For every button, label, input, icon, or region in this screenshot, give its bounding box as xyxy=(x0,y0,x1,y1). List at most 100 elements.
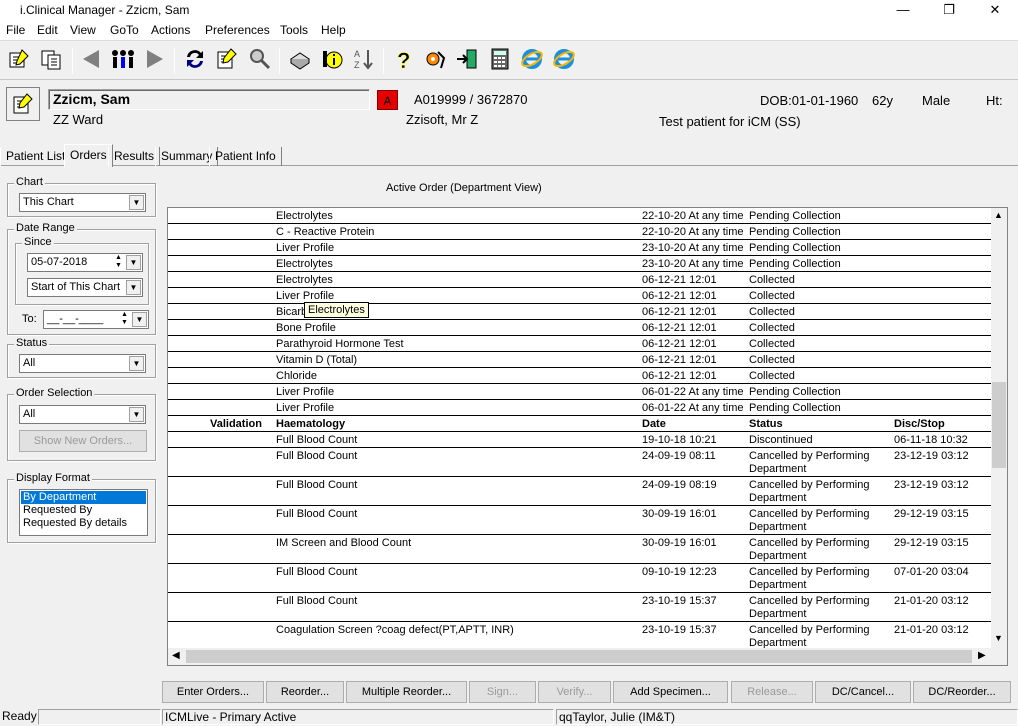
list-item[interactable]: Full Blood Count 30-09-19 16:01 Cancelled … xyxy=(168,506,993,535)
to-date-field[interactable]: __-__-____ ▲ ▼ ▼ xyxy=(43,310,149,329)
chevron-down-icon[interactable]: ▼ xyxy=(129,356,144,371)
print-icon[interactable] xyxy=(286,47,314,75)
order-status: Cancelled by Performing xyxy=(749,624,870,636)
release-button[interactable]: Release... xyxy=(731,681,813,703)
order-test: Coagulation Screen ?coag defect(PT,APTT,… xyxy=(276,624,514,636)
chevron-down-icon[interactable]: ▼ xyxy=(129,407,144,422)
chevron-down-icon[interactable]: ▼ xyxy=(129,195,144,210)
list-item[interactable]: Vitamin D (Total) 06-12-21 12:01 Collected xyxy=(168,352,993,368)
order-disc-stop: 23-12-19 03:12 xyxy=(894,450,969,462)
patient-list-icon[interactable] xyxy=(5,47,33,75)
list-item[interactable]: Liver Profile 06-01-22 At any time Pending… xyxy=(168,400,993,416)
edit-note-icon[interactable] xyxy=(213,47,241,75)
since-option-select[interactable]: Start of This Chart ▼ xyxy=(27,278,143,297)
list-item[interactable]: C - Reactive Protein 22-10-20 At any time… xyxy=(168,224,993,240)
alert-badge[interactable]: A xyxy=(377,90,398,110)
close-button[interactable]: ✕ xyxy=(972,0,1018,20)
maximize-button[interactable]: ❐ xyxy=(926,0,972,20)
menu-goto[interactable]: GoTo xyxy=(110,23,139,37)
horizontal-scrollbar[interactable]: ◀ ▶ xyxy=(168,648,1007,665)
tab-results[interactable]: Results xyxy=(108,147,161,166)
since-date-field[interactable]: 05-07-2018 ▲ ▼ ▼ xyxy=(27,253,143,272)
spin-down-icon[interactable]: ▼ xyxy=(111,262,126,271)
show-new-orders-button[interactable]: Show New Orders... xyxy=(19,430,147,452)
multiple-reorder-button[interactable]: Multiple Reorder... xyxy=(346,681,467,703)
tab-patient-info[interactable]: Patient Info xyxy=(209,147,282,166)
menu-actions[interactable]: Actions xyxy=(151,23,190,37)
menu-file[interactable]: File xyxy=(6,23,25,37)
add-specimen-button[interactable]: Add Specimen... xyxy=(613,681,728,703)
forward-arrow-icon[interactable] xyxy=(141,47,169,75)
order-test: Liver Profile xyxy=(276,386,335,398)
list-item[interactable]: Chloride 06-12-21 12:01 Collected xyxy=(168,368,993,384)
display-format-list[interactable]: By Department Requested By Requested By … xyxy=(19,489,148,536)
display-format-option-by-department[interactable]: By Department xyxy=(21,491,146,504)
chart-select[interactable]: This Chart ▼ xyxy=(19,193,146,212)
people-icon[interactable] xyxy=(109,47,137,75)
list-item[interactable]: Liver Profile 06-12-21 12:01 Collected xyxy=(168,288,993,304)
patient-notes-button[interactable] xyxy=(6,87,40,121)
tab-patient-list[interactable]: Patient List xyxy=(0,147,72,166)
menu-view[interactable]: View xyxy=(70,23,96,37)
status-select[interactable]: All ▼ xyxy=(19,354,146,373)
list-item[interactable]: Full Blood Count 19-10-18 10:21 Discontinu… xyxy=(168,432,993,448)
chevron-down-icon[interactable]: ▼ xyxy=(126,255,141,270)
tab-orders[interactable]: Orders xyxy=(64,144,113,167)
menu-edit[interactable]: Edit xyxy=(37,23,58,37)
list-item[interactable]: Full Blood Count 23-10-19 15:37 Cancelled … xyxy=(168,593,993,622)
menu-help[interactable]: Help xyxy=(321,23,346,37)
exit-icon[interactable] xyxy=(453,47,481,75)
reorder-button[interactable]: Reorder... xyxy=(266,681,344,703)
list-item[interactable]: Bicarb 06-12-21 12:01 Collected xyxy=(168,304,993,320)
dc-cancel-button[interactable]: DC/Cancel... xyxy=(815,681,911,703)
list-item[interactable]: Liver Profile 06-01-22 At any time Pending… xyxy=(168,384,993,400)
scroll-up-icon[interactable]: ▲ xyxy=(994,210,1003,220)
list-item[interactable]: Electrolytes 06-12-21 12:01 Collected xyxy=(168,272,993,288)
menu-preferences[interactable]: Preferences xyxy=(205,23,270,37)
refresh-icon[interactable] xyxy=(181,47,209,75)
horizontal-scroll-thumb[interactable] xyxy=(186,650,972,663)
orders-list[interactable]: Electrolytes 22-10-20 At any time Pending … xyxy=(167,207,1008,666)
dc-reorder-button[interactable]: DC/Reorder... xyxy=(913,681,1011,703)
status-label: Status xyxy=(14,337,50,349)
spin-down-icon[interactable]: ▼ xyxy=(117,319,132,328)
vertical-scroll-thumb[interactable] xyxy=(992,382,1006,468)
order-date: 23-10-19 15:37 xyxy=(642,624,717,636)
list-item[interactable]: Full Blood Count 09-10-19 12:23 Cancelled … xyxy=(168,564,993,593)
order-date: 06-12-21 12:01 xyxy=(642,322,717,334)
list-item[interactable]: Liver Profile 23-10-20 At any time Pending… xyxy=(168,240,993,256)
list-item[interactable]: Parathyroid Hormone Test 06-12-21 12:01 Co… xyxy=(168,336,993,352)
minimize-button[interactable]: — xyxy=(880,0,926,20)
order-test: Electrolytes xyxy=(276,258,333,270)
chevron-down-icon[interactable]: ▼ xyxy=(132,312,147,327)
info-icon[interactable] xyxy=(318,47,346,75)
chevron-down-icon[interactable]: ▼ xyxy=(126,280,141,295)
calculator-icon[interactable] xyxy=(486,47,514,75)
list-item[interactable]: Full Blood Count 24-09-19 08:19 Cancelled … xyxy=(168,477,993,506)
multi-patient-icon[interactable] xyxy=(38,47,66,75)
search-icon[interactable] xyxy=(246,47,274,75)
list-item[interactable]: IM Screen and Blood Count 30-09-19 16:01 C… xyxy=(168,535,993,564)
menu-tools[interactable]: Tools xyxy=(280,23,308,37)
scroll-left-icon[interactable]: ◀ xyxy=(172,650,180,661)
vertical-scrollbar[interactable]: ▲ ▼ xyxy=(991,208,1007,649)
list-item[interactable]: Electrolytes 22-10-20 At any time Pending … xyxy=(168,208,993,224)
display-format-option-requested-by-details[interactable]: Requested By details xyxy=(21,517,146,530)
list-item[interactable]: Full Blood Count 24-09-19 08:11 Cancelled … xyxy=(168,448,993,477)
display-format-option-requested-by[interactable]: Requested By xyxy=(21,504,146,517)
list-item[interactable]: Electrolytes 23-10-20 At any time Pending … xyxy=(168,256,993,272)
enter-orders-button[interactable]: Enter Orders... xyxy=(162,681,264,703)
back-arrow-icon[interactable] xyxy=(77,47,105,75)
internet-explorer-icon[interactable] xyxy=(550,47,578,75)
settings-icon[interactable] xyxy=(421,47,449,75)
sort-icon[interactable]: AZ xyxy=(350,47,378,75)
list-item[interactable]: Coagulation Screen ?coag defect(PT,APTT,… xyxy=(168,622,993,651)
scroll-right-icon[interactable]: ▶ xyxy=(978,650,986,661)
sign-button[interactable]: Sign... xyxy=(469,681,536,703)
list-item[interactable]: Bone Profile 06-12-21 12:01 Collected xyxy=(168,320,993,336)
order-selection-select[interactable]: All ▼ xyxy=(19,405,146,424)
scroll-down-icon[interactable]: ▼ xyxy=(994,633,1003,643)
help-icon[interactable]: ? xyxy=(390,47,418,75)
verify-button[interactable]: Verify... xyxy=(538,681,611,703)
internet-explorer-icon[interactable] xyxy=(518,47,546,75)
